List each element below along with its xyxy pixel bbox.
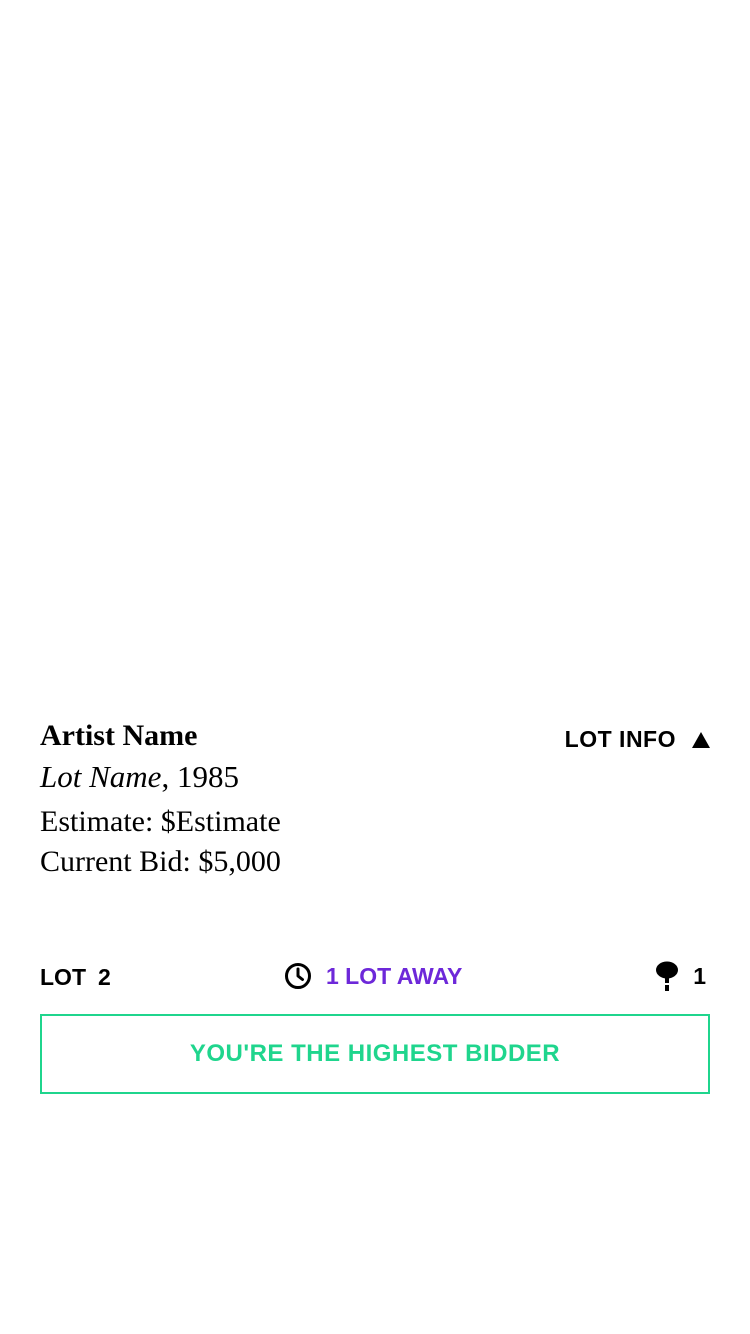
lot-info-label: LOT INFO xyxy=(564,726,676,752)
bid-count-value: 1 xyxy=(693,962,706,989)
lot-number-value: 2 xyxy=(98,964,111,990)
lot-title: Lot Name, 1985 xyxy=(40,756,710,798)
lot-label: LOT xyxy=(40,964,86,990)
lot-details-panel: Artist Name Lot Name, 1985 Estimate: $Es… xyxy=(40,716,710,882)
lot-name: Lot Name xyxy=(40,759,162,794)
lot-number: LOT 2 xyxy=(40,964,111,991)
highest-bidder-banner: YOU'RE THE HIGHEST BIDDER xyxy=(40,1014,710,1094)
lots-away-indicator: 1 LOT AWAY xyxy=(284,962,462,990)
bid-count: 1 xyxy=(655,961,706,991)
clock-icon xyxy=(285,963,311,989)
triangle-up-icon xyxy=(692,731,710,748)
lot-info-button[interactable]: LOT INFO xyxy=(565,726,710,753)
lot-year: , 1985 xyxy=(161,759,239,794)
current-bid: Current Bid: $5,000 xyxy=(40,845,281,878)
lot-estimate: Estimate: $Estimate xyxy=(40,805,281,838)
lots-away-text: 1 LOT AWAY xyxy=(326,962,463,989)
lot-status-row: LOT 2 1 LOT AWAY 1 xyxy=(40,958,710,996)
bid-paddle-icon xyxy=(656,961,679,991)
highest-bidder-text: YOU'RE THE HIGHEST BIDDER xyxy=(189,1040,561,1067)
